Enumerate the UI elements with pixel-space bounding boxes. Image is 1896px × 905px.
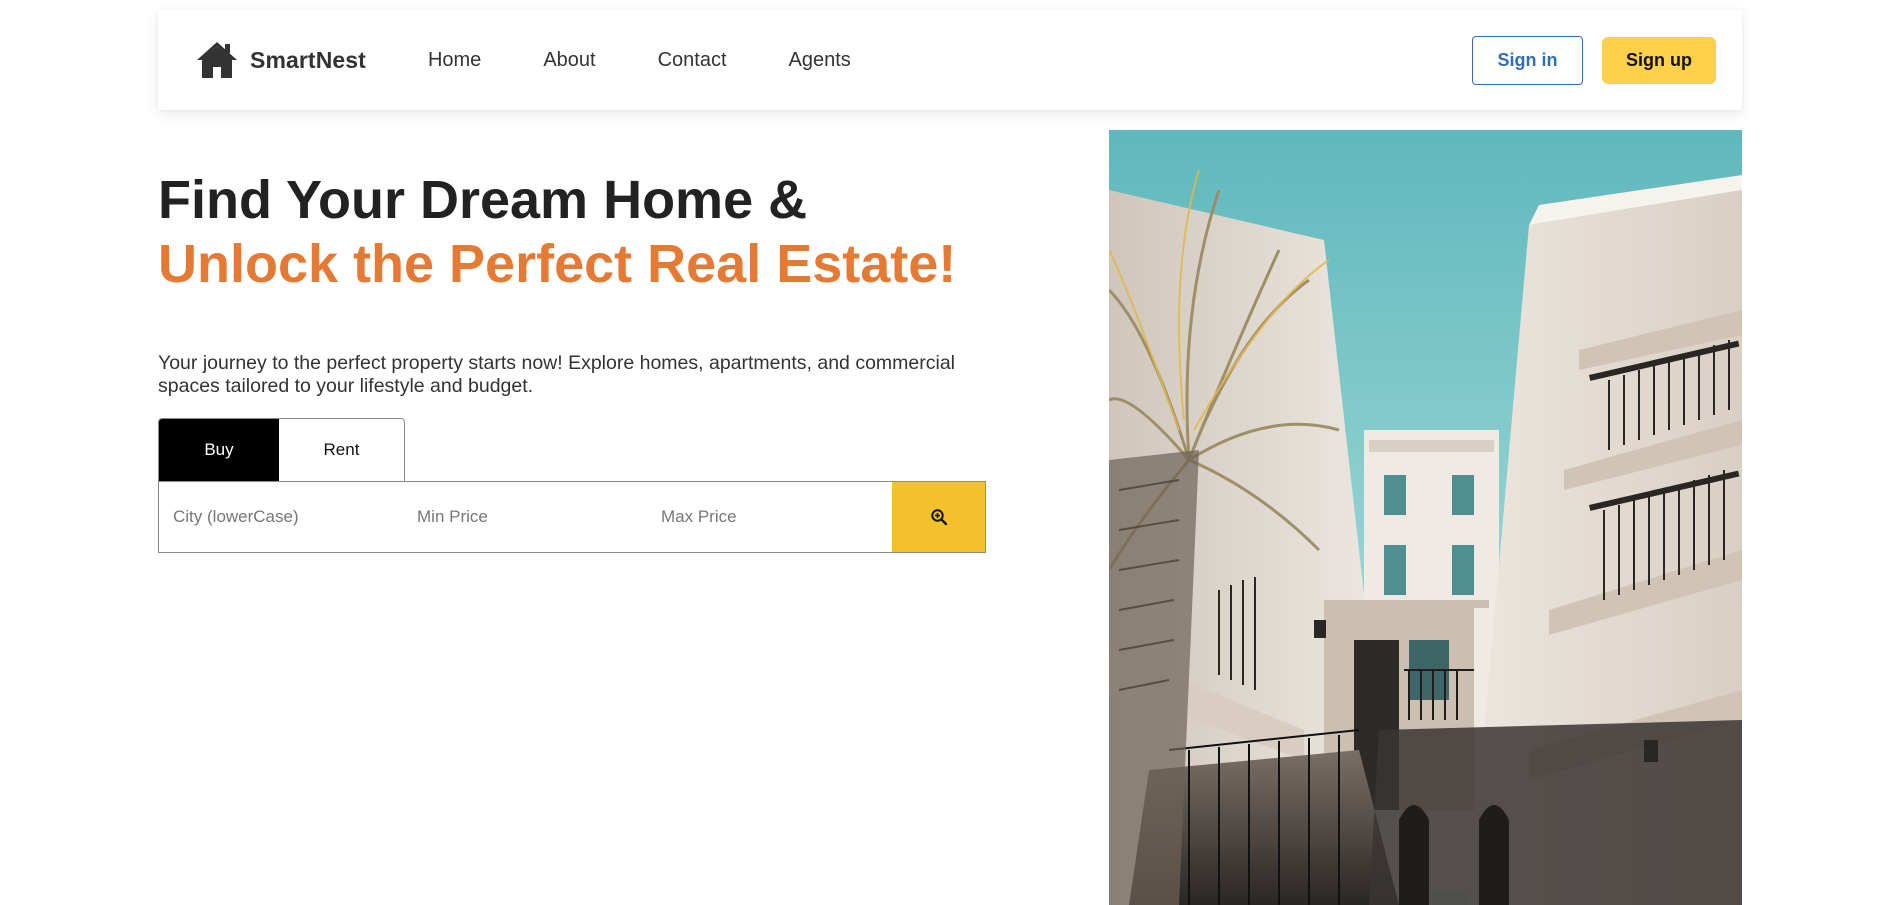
nav-link-home[interactable]: Home — [428, 49, 481, 72]
min-price-input[interactable] — [403, 482, 647, 552]
brand[interactable]: SmartNest — [196, 40, 366, 80]
hero-image — [1109, 130, 1742, 905]
auth-buttons: Sign in Sign up — [1472, 35, 1716, 85]
hero-title-line2: Unlock the Perfect Real Estate! — [158, 234, 957, 294]
search-tabs: Buy Rent — [158, 418, 405, 481]
signin-button[interactable]: Sign in — [1472, 35, 1583, 85]
hero-title-line1: Find Your Dream Home & — [158, 170, 808, 230]
max-price-input[interactable] — [647, 482, 891, 552]
nav-link-agents[interactable]: Agents — [789, 49, 851, 72]
apartment-building-photo — [1109, 130, 1742, 905]
zoom-in-icon — [930, 509, 947, 526]
page: SmartNest Home About Contact Agents Sign… — [0, 0, 1896, 905]
hero-title: Find Your Dream Home & Unlock the Perfec… — [158, 168, 956, 296]
nav-link-about[interactable]: About — [543, 49, 595, 72]
nav-link-contact[interactable]: Contact — [658, 49, 727, 72]
house-icon — [197, 42, 237, 78]
signup-button[interactable]: Sign up — [1602, 36, 1716, 84]
hero-description: Your journey to the perfect property sta… — [158, 352, 955, 397]
search-button[interactable] — [892, 482, 985, 552]
brand-name: SmartNest — [250, 46, 366, 73]
tab-rent[interactable]: Rent — [279, 419, 404, 481]
navbar: SmartNest Home About Contact Agents Sign… — [158, 10, 1742, 110]
search-bar — [158, 481, 986, 553]
nav-links: Home About Contact Agents — [428, 49, 913, 72]
city-input[interactable] — [159, 482, 403, 552]
tab-buy[interactable]: Buy — [159, 419, 279, 481]
